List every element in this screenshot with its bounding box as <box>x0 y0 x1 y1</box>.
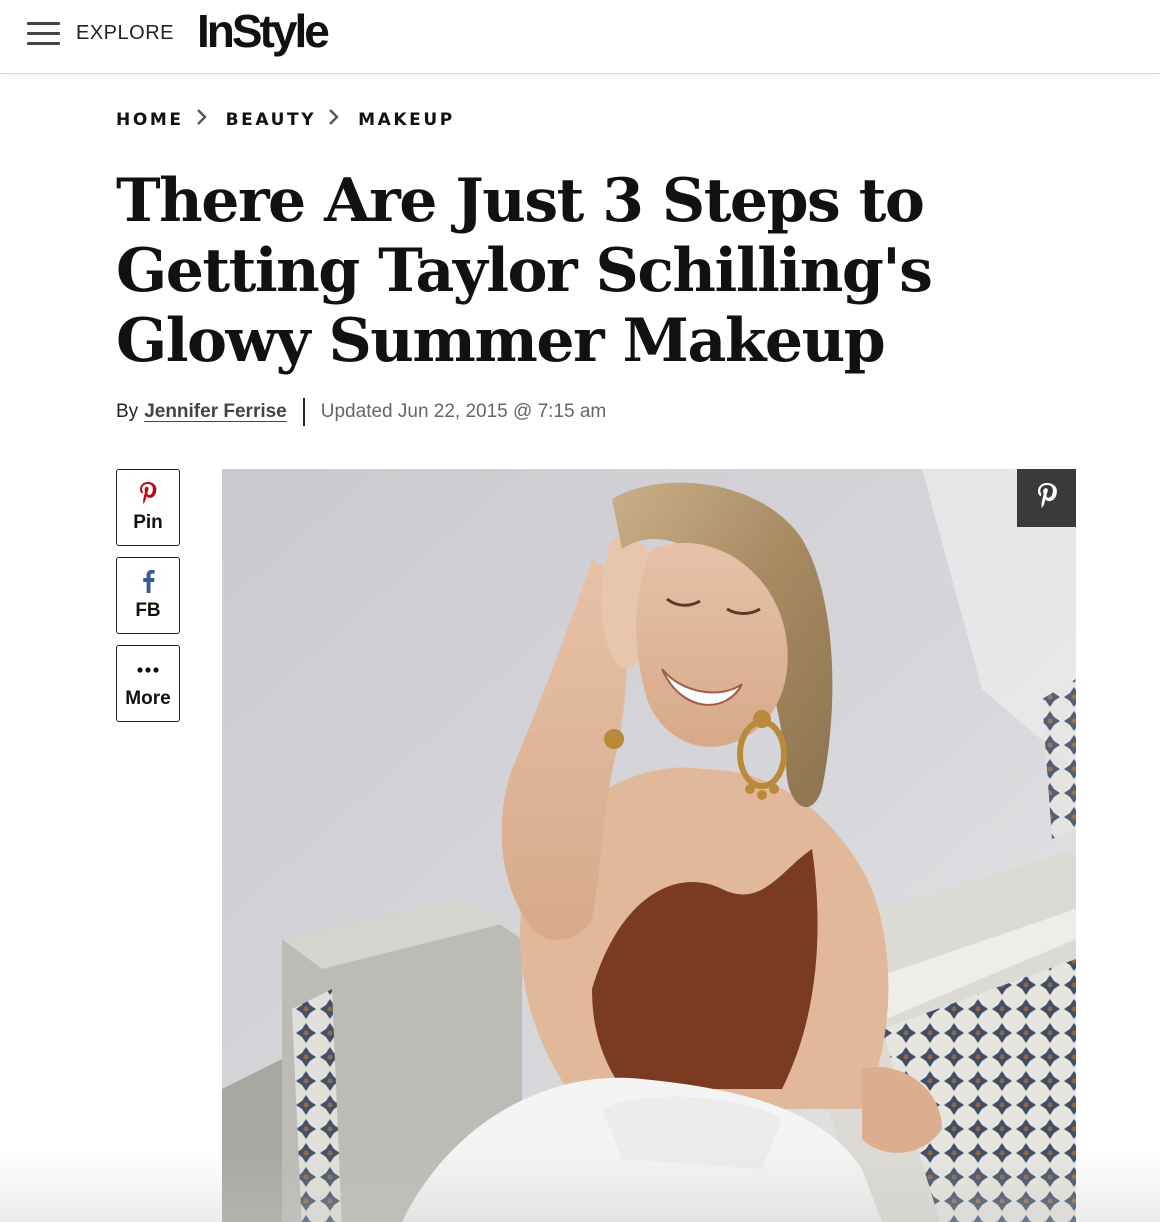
site-header: EXPLORE InStyle <box>0 0 1160 74</box>
more-label: More <box>125 688 171 709</box>
breadcrumb: HOME BEAUTY MAKEUP <box>116 108 455 131</box>
facebook-icon <box>117 568 179 596</box>
title-line: There Are Just 3 Steps to <box>116 166 925 236</box>
fb-label: FB <box>135 600 161 621</box>
ellipsis-icon <box>117 656 179 684</box>
updated-date: Updated Jun 22, 2015 @ 7:15 am <box>320 401 607 422</box>
pin-share-button[interactable]: Pin <box>116 469 180 546</box>
article-title: There Are Just 3 Steps to Getting Taylor… <box>116 166 936 376</box>
title-line: Glowy Summer Makeup <box>116 306 886 376</box>
chevron-right-icon <box>328 108 350 131</box>
instyle-logo[interactable]: InStyle <box>197 3 330 59</box>
explore-button[interactable]: EXPLORE <box>76 22 174 45</box>
breadcrumb-makeup[interactable]: MAKEUP <box>358 110 455 130</box>
byline-divider <box>302 398 305 426</box>
more-share-button[interactable]: More <box>116 645 180 722</box>
facebook-share-button[interactable]: FB <box>116 557 180 634</box>
hero-photo <box>222 469 1076 1222</box>
pin-label: Pin <box>133 512 163 533</box>
hamburger-menu-icon[interactable] <box>27 22 60 46</box>
breadcrumb-home[interactable]: HOME <box>116 110 184 130</box>
hero-illustration <box>222 469 1076 1222</box>
pinterest-icon[interactable] <box>1017 469 1076 527</box>
title-line: Getting Taylor Schilling's <box>116 236 933 306</box>
chevron-right-icon <box>196 108 218 131</box>
author-link[interactable]: Jennifer Ferrise <box>144 401 287 423</box>
byline-prefix: By <box>116 401 139 422</box>
byline: By Jennifer Ferrise Updated Jun 22, 2015… <box>116 398 606 426</box>
breadcrumb-beauty[interactable]: BEAUTY <box>226 110 317 130</box>
pinterest-icon <box>117 480 179 508</box>
